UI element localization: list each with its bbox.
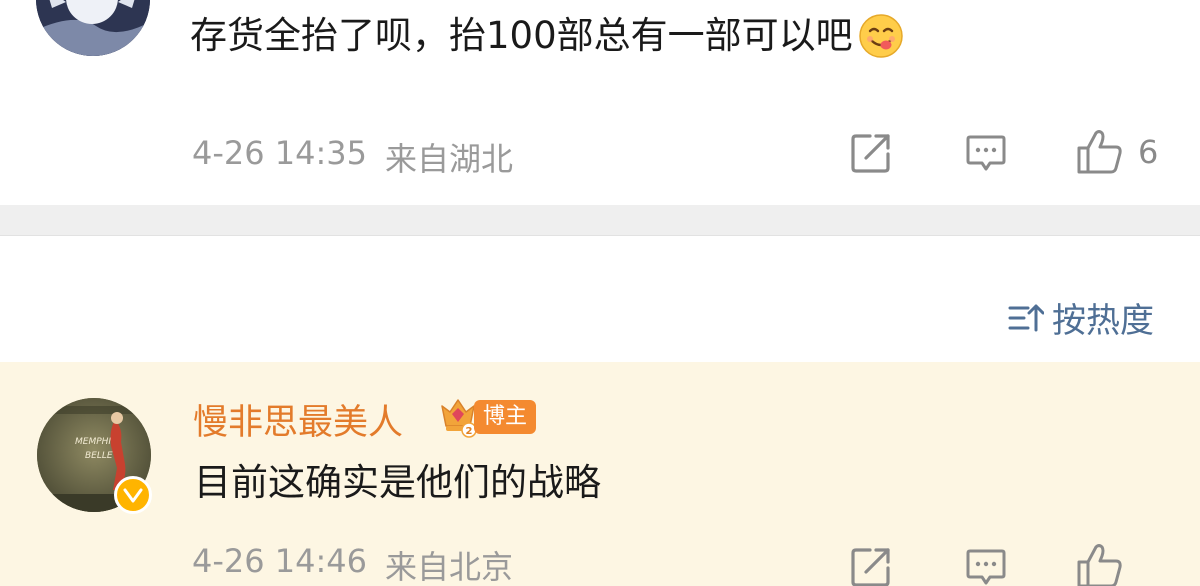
like-count: 6 bbox=[1138, 133, 1159, 171]
username-link[interactable]: 慢非思最美人 bbox=[193, 394, 403, 445]
comment-icon bbox=[966, 135, 1006, 171]
thumbs-up-icon bbox=[1077, 544, 1122, 586]
comment-text-content: 存货全抬了呗，抬100部总有一部可以吧 bbox=[190, 14, 853, 57]
verified-badge-icon bbox=[114, 476, 152, 514]
yum-face-emoji bbox=[857, 12, 905, 60]
like-button[interactable] bbox=[1076, 542, 1124, 586]
comment-text: 目前这确实是他们的战略 bbox=[194, 461, 601, 504]
comment-text: 存货全抬了呗，抬100部总有一部可以吧 bbox=[190, 10, 905, 62]
fan-level-number: 2 bbox=[466, 426, 473, 437]
comment-item-highlighted: MEMPHIS BELLE 慢非思最美人 2 博主 目前这确实是他们的战略 4-… bbox=[0, 362, 1200, 586]
avatar-text-line2: BELLE bbox=[85, 451, 113, 461]
like-button[interactable]: 6 bbox=[1076, 128, 1158, 176]
share-button[interactable] bbox=[850, 132, 892, 174]
share-icon bbox=[851, 134, 890, 173]
comment-icon bbox=[966, 549, 1006, 585]
comment-meta: 4-26 14:35 来自湖北 bbox=[192, 134, 513, 180]
author-badge: 博主 bbox=[474, 400, 537, 434]
comment-date: 4-26 14:46 bbox=[192, 542, 368, 580]
share-button[interactable] bbox=[850, 546, 892, 586]
comment-item: 存货全抬了呗，抬100部总有一部可以吧 4-26 14:35 来自湖北 6 bbox=[0, 0, 1200, 205]
comment-location: 来自湖北 bbox=[385, 140, 514, 178]
comment-button[interactable] bbox=[965, 548, 1007, 586]
avatar[interactable] bbox=[36, 0, 150, 56]
sort-label: 按热度 bbox=[1052, 301, 1154, 341]
comment-date: 4-26 14:35 bbox=[192, 134, 368, 172]
comments-page: 存货全抬了呗，抬100部总有一部可以吧 4-26 14:35 来自湖北 6 按热… bbox=[0, 0, 1200, 586]
share-icon bbox=[851, 548, 890, 586]
sort-by-hot-button[interactable]: 按热度 bbox=[1008, 293, 1154, 342]
comment-location: 来自北京 bbox=[385, 548, 514, 586]
comment-meta: 4-26 14:46 来自北京 bbox=[192, 542, 513, 586]
fan-level-crown-icon: 2 bbox=[438, 396, 478, 438]
thumbs-up-icon bbox=[1077, 130, 1122, 174]
comment-button[interactable] bbox=[965, 134, 1007, 174]
section-divider bbox=[0, 205, 1200, 236]
sort-icon bbox=[1008, 304, 1044, 331]
